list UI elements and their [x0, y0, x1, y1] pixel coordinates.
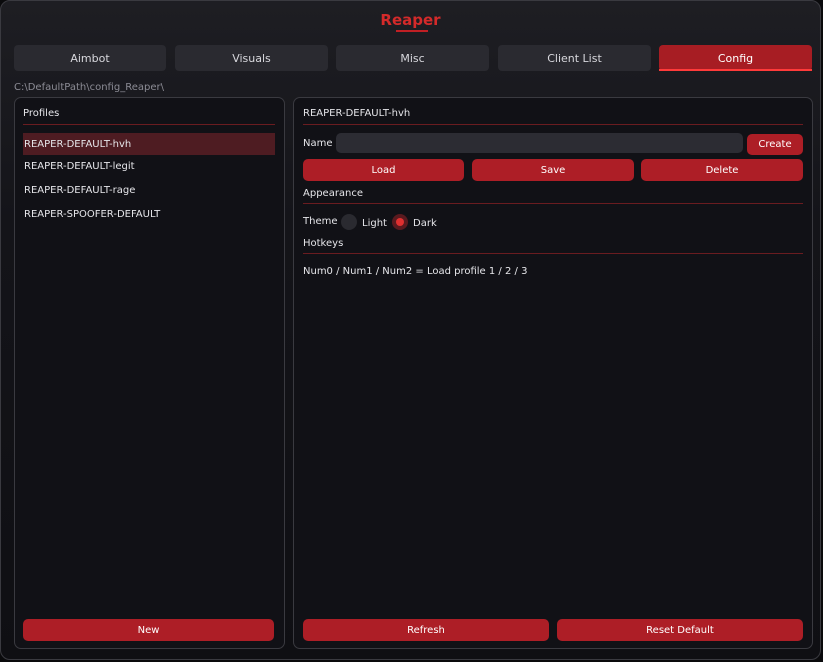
profile-item[interactable]: REAPER-DEFAULT-hvh — [23, 133, 275, 155]
app-title: Reaper — [380, 11, 441, 29]
hotkeys-divider — [303, 253, 803, 254]
app-window: Reaper Aimbot Visuals Misc Client List C… — [0, 0, 821, 660]
config-heading: REAPER-DEFAULT-hvh — [303, 108, 411, 119]
theme-dark-label: Dark — [413, 218, 437, 229]
title-underline — [396, 30, 428, 32]
theme-light-label: Light — [362, 218, 387, 229]
tab-misc[interactable]: Misc — [336, 45, 489, 71]
profile-item[interactable]: REAPER-DEFAULT-rage — [23, 179, 275, 201]
config-divider — [303, 124, 803, 125]
theme-label: Theme — [303, 216, 338, 227]
profiles-heading: Profiles — [23, 108, 60, 119]
load-button[interactable]: Load — [303, 159, 464, 181]
refresh-button[interactable]: Refresh — [303, 619, 549, 641]
tab-bar: Aimbot Visuals Misc Client List Config — [14, 45, 812, 71]
name-input[interactable] — [336, 133, 743, 153]
tab-config[interactable]: Config — [659, 45, 812, 71]
tab-aimbot[interactable]: Aimbot — [14, 45, 166, 71]
hotkeys-text: Num0 / Num1 / Num2 = Load profile 1 / 2 … — [303, 266, 528, 277]
save-button[interactable]: Save — [472, 159, 634, 181]
reset-default-button[interactable]: Reset Default — [557, 619, 803, 641]
tab-client-list[interactable]: Client List — [498, 45, 651, 71]
appearance-divider — [303, 203, 803, 204]
create-button[interactable]: Create — [747, 134, 803, 155]
config-path: C:\DefaultPath\config_Reaper\ — [14, 82, 164, 93]
profile-item[interactable]: REAPER-SPOOFER-DEFAULT — [23, 203, 275, 225]
appearance-heading: Appearance — [303, 188, 364, 199]
name-label: Name — [303, 138, 333, 149]
theme-light-radio[interactable] — [341, 214, 357, 230]
theme-dark-radio[interactable] — [392, 214, 408, 230]
new-profile-button[interactable]: New — [23, 619, 274, 641]
profile-item[interactable]: REAPER-DEFAULT-legit — [23, 155, 275, 177]
hotkeys-heading: Hotkeys — [303, 238, 344, 249]
config-panel: REAPER-DEFAULT-hvh Name Create Load Save… — [293, 97, 813, 649]
delete-button[interactable]: Delete — [641, 159, 803, 181]
tab-visuals[interactable]: Visuals — [175, 45, 328, 71]
profiles-divider — [23, 124, 275, 125]
profiles-panel: Profiles REAPER-DEFAULT-hvh REAPER-DEFAU… — [14, 97, 285, 649]
